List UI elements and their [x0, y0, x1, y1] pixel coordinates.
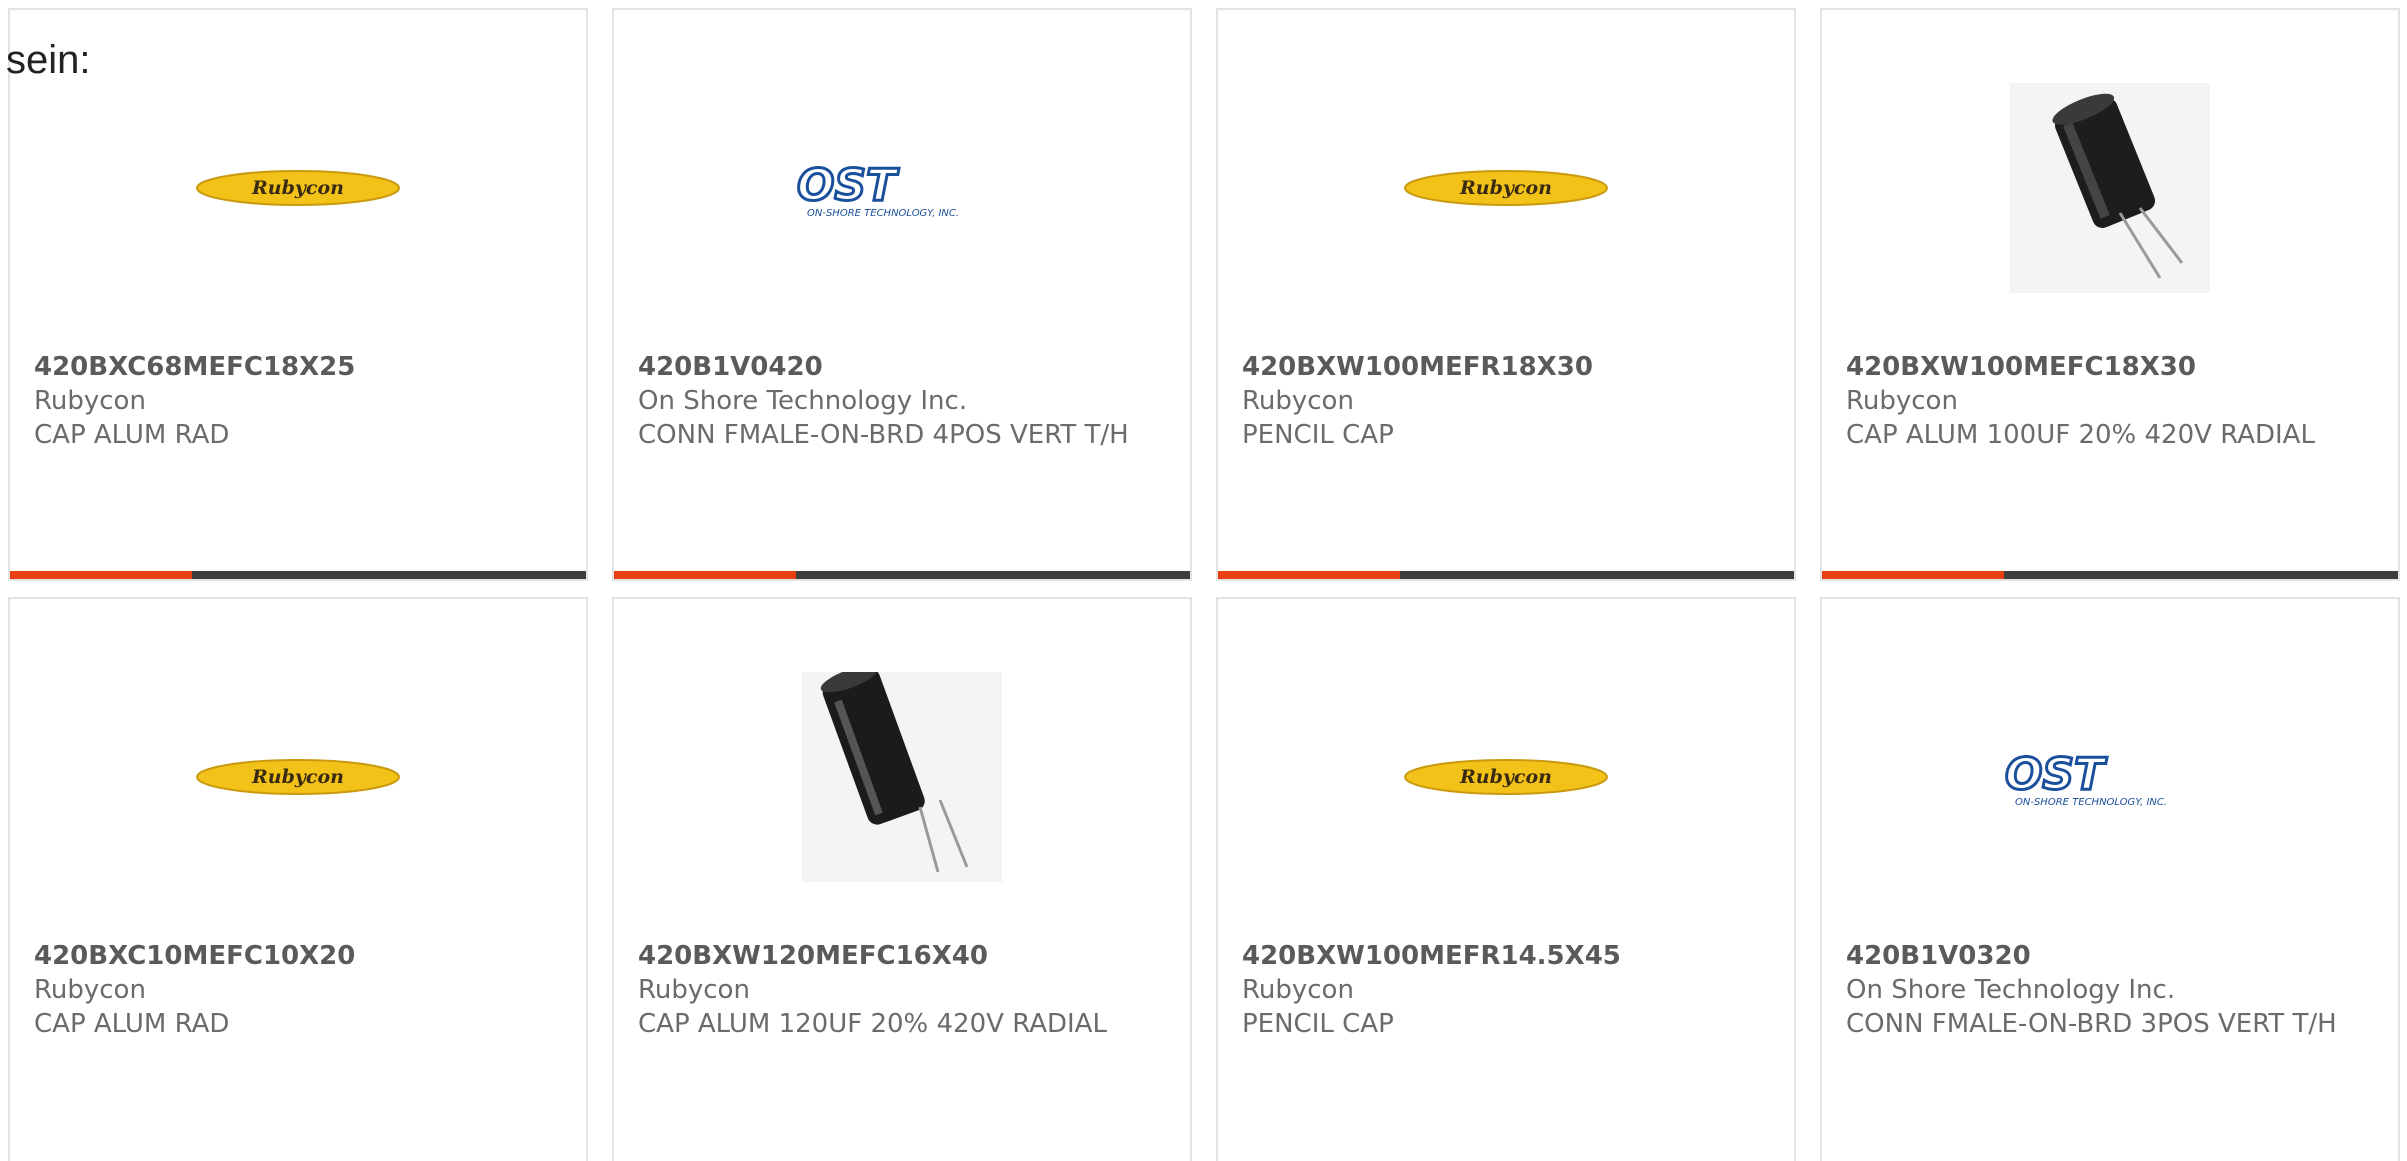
part-number[interactable]: 420BXC68MEFC18X25 — [34, 350, 562, 384]
manufacturer: Rubycon — [1242, 386, 1354, 416]
part-number[interactable]: 420BXC10MEFC10X20 — [34, 939, 562, 973]
svg-text:Rubycon: Rubycon — [251, 177, 344, 199]
product-image: Rubycon — [1218, 80, 1794, 296]
manufacturer: On Shore Technology Inc. — [1846, 975, 2176, 1005]
description: CAP ALUM RAD — [34, 1009, 230, 1039]
card-bottom-bar — [10, 571, 586, 579]
svg-text:Rubycon: Rubycon — [251, 766, 344, 788]
svg-text:OST: OST — [797, 160, 899, 211]
rubycon-logo-icon: Rubycon — [1404, 759, 1608, 795]
manufacturer: Rubycon — [34, 975, 146, 1005]
card-accent-fill — [614, 571, 796, 579]
description: CONN FMALE-ON-BRD 3POS VERT T/H — [1846, 1009, 2337, 1039]
product-card[interactable]: Rubycon 420BXC10MEFC10X20 Rubycon CAP AL… — [8, 597, 588, 1161]
product-card[interactable]: OST ON-SHORE TECHNOLOGY, INC. 420B1V0420… — [612, 8, 1192, 581]
product-image: Rubycon — [1218, 669, 1794, 885]
product-card[interactable]: 420BXW100MEFC18X30 Rubycon CAP ALUM 100U… — [1820, 8, 2400, 581]
product-image — [614, 669, 1190, 885]
part-number[interactable]: 420BXW100MEFC18X30 — [1846, 350, 2374, 384]
svg-text:ON-SHORE TECHNOLOGY, INC.: ON-SHORE TECHNOLOGY, INC. — [807, 208, 959, 218]
part-number[interactable]: 420B1V0320 — [1846, 939, 2374, 973]
product-info: 420BXW100MEFR14.5X45 Rubycon PENCIL CAP — [1242, 939, 1770, 1041]
product-card[interactable]: Rubycon 420BXC68MEFC18X25 Rubycon CAP AL… — [8, 8, 588, 581]
rubycon-logo-icon: Rubycon — [1404, 170, 1608, 206]
svg-text:Rubycon: Rubycon — [1459, 766, 1552, 788]
product-grid: Rubycon 420BXC68MEFC18X25 Rubycon CAP AL… — [8, 8, 2400, 1161]
product-image: Rubycon — [10, 669, 586, 885]
capacitor-photo-icon — [2010, 83, 2210, 293]
product-info: 420BXC68MEFC18X25 Rubycon CAP ALUM RAD — [34, 350, 562, 452]
product-card[interactable]: 420BXW120MEFC16X40 Rubycon CAP ALUM 120U… — [612, 597, 1192, 1161]
description: CONN FMALE-ON-BRD 4POS VERT T/H — [638, 420, 1129, 450]
manufacturer: Rubycon — [34, 386, 146, 416]
svg-text:OST: OST — [2005, 749, 2107, 800]
svg-text:Rubycon: Rubycon — [1459, 177, 1552, 199]
description: PENCIL CAP — [1242, 1009, 1394, 1039]
product-info: 420B1V0320 On Shore Technology Inc. CONN… — [1846, 939, 2374, 1041]
product-grid-page: sein: Rubycon 420BXC68MEFC18X25 Rubycon … — [0, 0, 2407, 1161]
product-card[interactable]: Rubycon 420BXW100MEFR18X30 Rubycon PENCI… — [1216, 8, 1796, 581]
product-image: Rubycon — [10, 80, 586, 296]
part-number[interactable]: 420B1V0420 — [638, 350, 1166, 384]
ost-logo-icon: OST ON-SHORE TECHNOLOGY, INC. — [2005, 748, 2167, 808]
part-number[interactable]: 420BXW100MEFR14.5X45 — [1242, 939, 1770, 973]
part-number[interactable]: 420BXW120MEFC16X40 — [638, 939, 1166, 973]
description: PENCIL CAP — [1242, 420, 1394, 450]
product-info: 420BXW100MEFC18X30 Rubycon CAP ALUM 100U… — [1846, 350, 2374, 452]
product-image: OST ON-SHORE TECHNOLOGY, INC. — [614, 80, 1190, 296]
card-bottom-bar — [1822, 571, 2398, 579]
description: CAP ALUM 100UF 20% 420V RADIAL — [1846, 420, 2315, 450]
ost-logo-icon: OST ON-SHORE TECHNOLOGY, INC. — [797, 159, 959, 219]
product-image — [1822, 80, 2398, 296]
manufacturer: Rubycon — [638, 975, 750, 1005]
product-info: 420BXC10MEFC10X20 Rubycon CAP ALUM RAD — [34, 939, 562, 1041]
card-bottom-bar — [614, 571, 1190, 579]
card-bottom-bar — [1218, 571, 1794, 579]
card-accent-fill — [10, 571, 192, 579]
product-card[interactable]: OST ON-SHORE TECHNOLOGY, INC. 420B1V0320… — [1820, 597, 2400, 1161]
manufacturer: Rubycon — [1242, 975, 1354, 1005]
card-accent-fill — [1218, 571, 1400, 579]
product-info: 420BXW120MEFC16X40 Rubycon CAP ALUM 120U… — [638, 939, 1166, 1041]
description: CAP ALUM RAD — [34, 420, 230, 450]
manufacturer: On Shore Technology Inc. — [638, 386, 968, 416]
rubycon-logo-icon: Rubycon — [196, 170, 400, 206]
manufacturer: Rubycon — [1846, 386, 1958, 416]
description: CAP ALUM 120UF 20% 420V RADIAL — [638, 1009, 1107, 1039]
product-info: 420B1V0420 On Shore Technology Inc. CONN… — [638, 350, 1166, 452]
rubycon-logo-icon: Rubycon — [196, 759, 400, 795]
svg-text:ON-SHORE TECHNOLOGY, INC.: ON-SHORE TECHNOLOGY, INC. — [2015, 797, 2167, 807]
card-accent-fill — [1822, 571, 2004, 579]
product-image: OST ON-SHORE TECHNOLOGY, INC. — [1822, 669, 2398, 885]
product-card[interactable]: Rubycon 420BXW100MEFR14.5X45 Rubycon PEN… — [1216, 597, 1796, 1161]
part-number[interactable]: 420BXW100MEFR18X30 — [1242, 350, 1770, 384]
lead-text: sein: — [6, 38, 91, 82]
capacitor-photo-long-icon — [802, 672, 1002, 882]
product-info: 420BXW100MEFR18X30 Rubycon PENCIL CAP — [1242, 350, 1770, 452]
